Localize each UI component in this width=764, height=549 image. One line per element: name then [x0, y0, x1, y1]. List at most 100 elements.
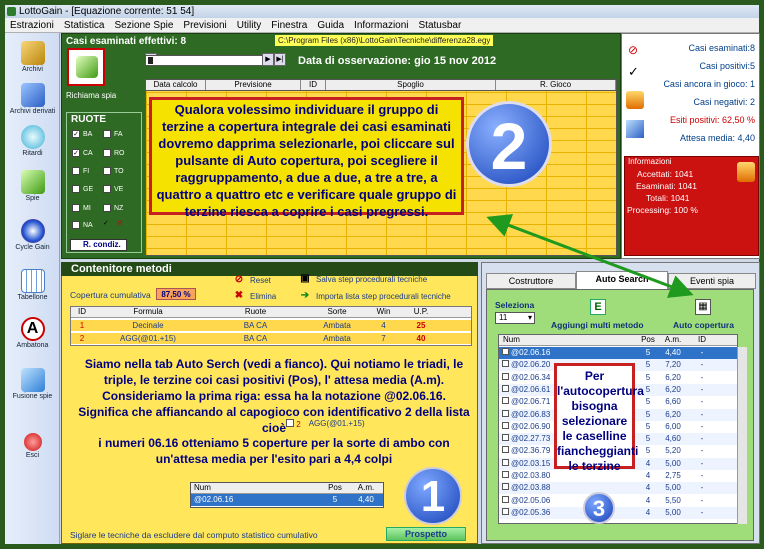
ruota-ca[interactable]: ✓ CA [72, 149, 93, 157]
sidebar-item-ritardi[interactable]: Ritardi [5, 125, 60, 157]
row-checkbox[interactable] [502, 384, 509, 392]
row-checkbox[interactable] [502, 372, 509, 380]
sidebar-item-tabellone[interactable]: Tabellone [5, 269, 60, 301]
stat-in-gioco: Casi ancora in gioco: 1 [663, 79, 755, 89]
clear-all-icon[interactable]: ⊘ [117, 219, 123, 227]
ruota-fi[interactable]: FI [72, 167, 89, 175]
bottom-note: Siglare le tecniche da escludere dal com… [70, 530, 318, 540]
data-osservazione: Data di osservazione: gio 15 nov 2012 [298, 55, 497, 67]
window-title: LottoGain - [Equazione corrente: 51 54] [19, 6, 195, 17]
slider-thumb[interactable] [148, 57, 153, 64]
no-icon: ⊘ [628, 43, 639, 57]
info-totali: Totali: 1041 [646, 193, 690, 203]
save-icon: ▣ [300, 273, 310, 284]
edit-icon [626, 120, 644, 138]
row-checkbox[interactable] [502, 409, 509, 417]
ruota-ba[interactable]: ✓ BA [72, 130, 92, 138]
copertura-value: 87,50 % [156, 288, 196, 300]
metodi-row[interactable]: 1 Decinale BA CA Ambata 4 25 [71, 320, 471, 331]
table-icon [20, 269, 45, 293]
chevron-down-icon: ▾ [527, 313, 532, 322]
importa-button[interactable]: ➔ Importa lista step procedurali tecniche [300, 291, 451, 301]
auto-search-row[interactable]: @02.05.36 4 5,00- [499, 506, 737, 519]
salva-button[interactable]: ▣ Salva step procedurali tecniche [300, 274, 427, 284]
metodi-row[interactable]: 2 AGG(@01.+15) BA CA Ambata 7 40 [71, 333, 471, 344]
ruota-nz[interactable]: NZ [103, 204, 123, 212]
sidebar-item-fusione-spie[interactable]: Fusione spie [5, 368, 60, 400]
example-row[interactable]: @02.06.16 5 4,40 [191, 494, 383, 506]
ruota-ro[interactable]: RO [103, 149, 125, 157]
ruota-ge[interactable]: GE [72, 185, 93, 193]
sidebar-item-esci[interactable]: Esci [5, 433, 60, 459]
inline-method-ref: 2 AGG(@01.+15) [286, 419, 365, 429]
auto-search-row[interactable]: @02.06.16 5 4,40- [499, 347, 737, 359]
richiama-spia-label: Richiama spia [66, 91, 117, 100]
sidebar-item-ambatona[interactable]: A Ambatona [5, 317, 60, 349]
menu-utility[interactable]: Utility [232, 18, 266, 32]
col-previsione[interactable]: Previsione [206, 80, 301, 90]
col-id[interactable]: ID [301, 80, 326, 90]
sidebar-item-spie[interactable]: Spie [5, 170, 60, 202]
row-checkbox[interactable] [502, 483, 509, 491]
date-slider[interactable] [145, 55, 270, 66]
check-all-icon[interactable]: ✓ [103, 219, 109, 227]
row-checkbox[interactable] [502, 495, 509, 503]
import-icon: ➔ [300, 290, 310, 301]
seleziona-select[interactable]: 11 ▾ [495, 312, 535, 324]
next-button[interactable]: ▶ [262, 53, 274, 66]
elimina-button[interactable]: ✖ Elimina [234, 291, 276, 301]
exit-icon [23, 433, 42, 451]
menu-statistica[interactable]: Statistica [59, 18, 110, 32]
auto-search-row[interactable]: @02.05.06 4 5,50- [499, 494, 737, 507]
col-spoglio[interactable]: Spoglio [326, 80, 496, 90]
row-checkbox[interactable] [502, 421, 509, 429]
row-checkbox[interactable] [502, 348, 509, 355]
row-checkbox[interactable] [502, 397, 509, 405]
prospetto-button[interactable]: Prospetto [386, 527, 466, 541]
example-table: Num Pos A.m. @02.06.16 5 4,40 [190, 482, 384, 508]
aggiungi-multi-metodo-button[interactable]: Aggiungi multi metodo [551, 320, 644, 330]
row-checkbox[interactable] [502, 360, 509, 368]
ruota-fa[interactable]: FA [103, 130, 123, 138]
richiama-spia-button[interactable] [67, 48, 105, 86]
letter-a-icon: A [20, 317, 45, 341]
menu-finestra[interactable]: Finestra [266, 18, 312, 32]
sidebar-item-archivi[interactable]: Archivi [5, 41, 60, 73]
col-data-calcolo[interactable]: Data calcolo [146, 80, 206, 90]
info-accettati: Accettati: 1041 [637, 169, 694, 179]
sidebar-item-cycle-gain[interactable]: Cycle Gain [5, 219, 60, 251]
menu-previsioni[interactable]: Previsioni [178, 18, 231, 32]
row-checkbox[interactable] [502, 434, 509, 442]
ruota-to[interactable]: TO [103, 167, 124, 175]
col-r-gioco[interactable]: R. Gioco [496, 80, 616, 90]
last-button[interactable]: ▶| [274, 53, 286, 66]
menu-statusbar[interactable]: Statusbar [414, 18, 467, 32]
copertura-label: Copertura cumulativa [70, 290, 151, 300]
step-3-badge: 3 [583, 492, 615, 524]
stat-esiti: Esiti positivi: 62,50 % [669, 115, 755, 125]
ruota-na[interactable]: NA [72, 221, 93, 229]
auto-copertura-button[interactable]: Auto copertura [673, 320, 734, 330]
callout-select-rows: Per l'autocopertura bisogna selezionare … [554, 363, 644, 473]
check-icon: ✓ [628, 64, 639, 79]
menu-guida[interactable]: Guida [312, 18, 349, 32]
auto-search-row[interactable]: @02.03.88 4 5,00- [499, 482, 737, 495]
table-scrollbar[interactable] [737, 347, 747, 524]
row-checkbox[interactable] [502, 446, 509, 454]
menu-sezione-spie[interactable]: Sezione Spie [109, 18, 178, 32]
ruota-mi[interactable]: MI [72, 204, 91, 212]
ruota-ve[interactable]: VE [103, 185, 123, 193]
reset-icon: ⊘ [234, 274, 244, 285]
sidebar: Archivi Archivi derivati Ritardi Spie Cy… [5, 33, 60, 544]
explanation-text: Siamo nella tab Auto Serch (vedi a fianc… [78, 357, 470, 466]
row-checkbox[interactable] [502, 507, 509, 515]
app-icon [7, 7, 16, 16]
sidebar-item-archivi-derivati[interactable]: Archivi derivati [5, 83, 60, 115]
reset-button[interactable]: ⊘ Reset [234, 275, 271, 285]
row-checkbox[interactable] [502, 458, 509, 466]
menu-informazioni[interactable]: Informazioni [349, 18, 413, 32]
row-checkbox[interactable] [502, 471, 509, 478]
step-1-badge: 1 [404, 467, 462, 525]
menu-estrazioni[interactable]: Estrazioni [5, 18, 59, 32]
r-condiz-checkbox[interactable]: R. condiz. [70, 239, 127, 251]
